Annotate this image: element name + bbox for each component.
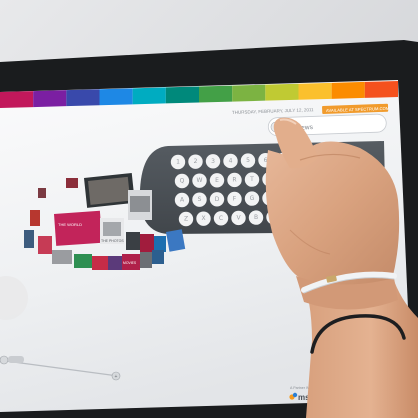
carousel-tile-photo	[130, 196, 150, 212]
keyboard-key-label: E	[215, 177, 219, 184]
category-color-segment[interactable]	[132, 87, 166, 105]
carousel-tile[interactable]	[38, 188, 46, 198]
carousel-tile-photo	[88, 176, 131, 205]
carousel-tile[interactable]	[140, 234, 154, 254]
keyboard-key-label: 5	[246, 157, 250, 164]
keyboard-key-label: Z	[184, 216, 188, 223]
keyboard-key-label: 2	[194, 158, 198, 165]
keyboard-key-label: 3	[211, 158, 215, 165]
carousel-caption: MOVIES	[123, 261, 137, 265]
carousel-caption: THE PHOTOS	[101, 239, 124, 243]
keyboard-key-label: R	[232, 176, 236, 183]
carousel-tile[interactable]	[66, 178, 78, 188]
category-color-segment[interactable]	[364, 81, 398, 98]
category-color-segment[interactable]	[298, 82, 332, 100]
carousel-tile-featured[interactable]	[53, 210, 103, 246]
scrubber-left-handle[interactable]	[0, 355, 9, 365]
carousel-tile[interactable]	[52, 250, 72, 264]
category-color-segment[interactable]	[66, 89, 100, 107]
category-color-segment[interactable]	[331, 81, 365, 99]
carousel-tile-photo	[103, 222, 121, 236]
category-color-segment[interactable]	[165, 86, 199, 104]
carousel-tile[interactable]	[166, 229, 186, 252]
category-color-segment[interactable]	[232, 84, 266, 102]
photo-scene: THURSDAY, FEBRUARY, JULY 12, 2011 AVAILA…	[0, 0, 418, 418]
carousel-tile[interactable]	[30, 210, 40, 226]
category-color-segment[interactable]	[33, 90, 67, 108]
scrubber-thumb[interactable]	[8, 356, 24, 363]
carousel-tile[interactable]	[24, 230, 34, 248]
keyboard-key-label: F	[233, 195, 237, 202]
keyboard-key-label: S	[198, 196, 202, 203]
keyboard-key-label: C	[219, 215, 223, 222]
keyboard-key-label: 1	[176, 159, 180, 166]
category-color-segment[interactable]	[0, 91, 34, 108]
keyboard-key-label: W	[197, 177, 203, 184]
keyboard-key-label: Q	[180, 178, 185, 185]
keyboard-key-label: 4	[229, 157, 233, 164]
carousel-tile[interactable]	[126, 232, 140, 250]
keyboard-key-label: X	[201, 215, 205, 222]
carousel-tile[interactable]	[140, 252, 152, 268]
category-color-segment[interactable]	[199, 85, 233, 103]
carousel-tile[interactable]	[108, 256, 122, 270]
category-color-segment[interactable]	[99, 88, 133, 106]
keyboard-key-label: G	[250, 195, 255, 202]
category-color-segment[interactable]	[265, 83, 299, 101]
keyboard-key-label: D	[215, 196, 220, 203]
plus-icon[interactable]: +	[115, 374, 118, 380]
carousel-tile[interactable]	[74, 254, 92, 268]
carousel-tile[interactable]	[154, 236, 166, 252]
carousel-tile[interactable]	[152, 250, 164, 264]
keyboard-key-label: T	[249, 176, 254, 183]
carousel-caption: THE WORLD	[58, 222, 82, 227]
carousel-tile[interactable]	[92, 256, 108, 270]
keyboard-key-label: B	[254, 214, 258, 221]
carousel-tile[interactable]	[38, 236, 52, 254]
